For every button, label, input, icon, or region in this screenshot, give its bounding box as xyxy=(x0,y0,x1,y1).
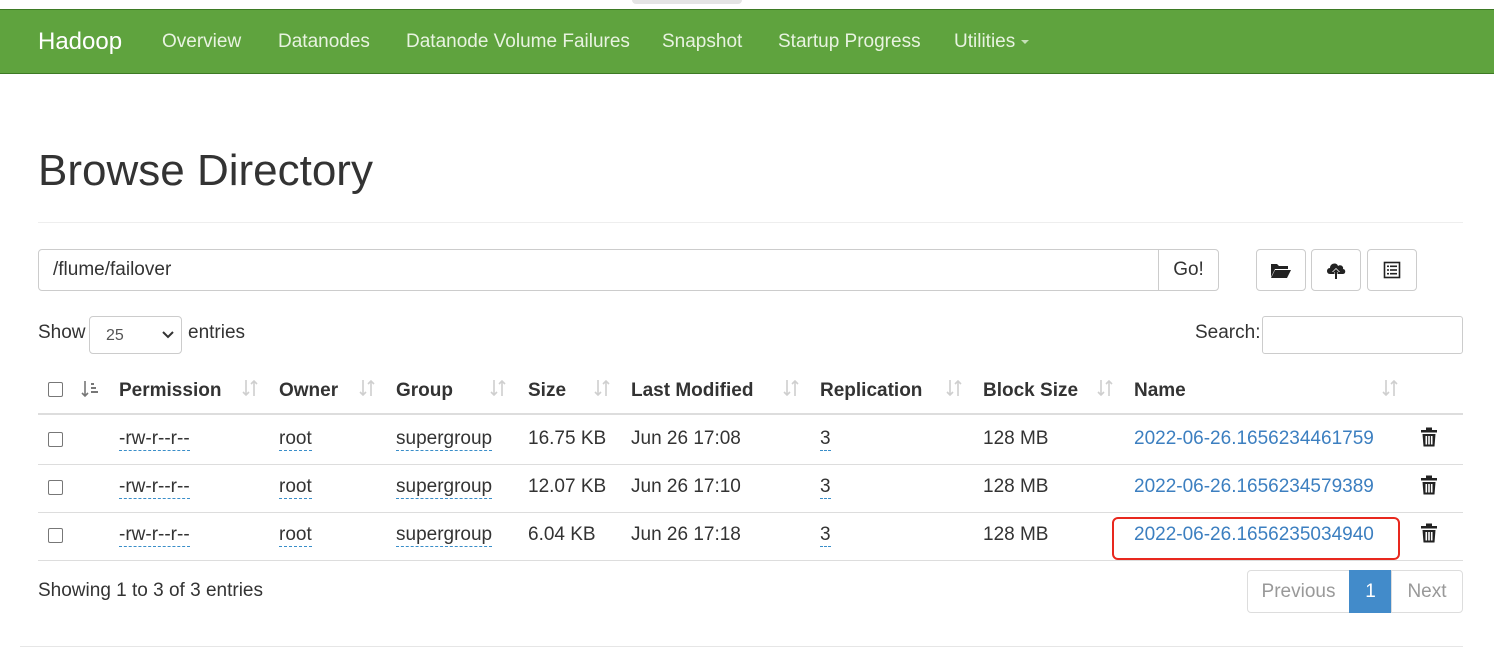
sort-both-icon[interactable] xyxy=(489,378,507,398)
trash-icon[interactable] xyxy=(1420,475,1438,495)
table-row-file-name-link[interactable]: 2022-06-26.1656234461759 xyxy=(1134,428,1374,450)
table-row-replication[interactable]: 3 xyxy=(820,476,831,499)
nav-utilities-label: Utilities xyxy=(954,31,1016,52)
brand-logo[interactable]: Hadoop xyxy=(38,10,122,73)
directory-path-input[interactable] xyxy=(38,249,1159,291)
table-row-size: 16.75 KB xyxy=(528,428,607,449)
nav-snapshot[interactable]: Snapshot xyxy=(662,10,742,73)
table-row-block-size: 128 MB xyxy=(983,476,1049,497)
table-row-replication[interactable]: 3 xyxy=(820,524,831,547)
upload-files-button[interactable] xyxy=(1311,249,1361,291)
nav-datanodes[interactable]: Datanodes xyxy=(278,10,370,73)
table-row-group[interactable]: supergroup xyxy=(396,524,493,547)
table-row-file-name-link[interactable]: 2022-06-26.1656234579389 xyxy=(1134,476,1374,498)
table-row-owner[interactable]: root xyxy=(279,428,312,451)
sort-both-icon[interactable] xyxy=(782,378,800,398)
table-row-owner[interactable]: root xyxy=(279,476,312,499)
select-all-checkbox[interactable] xyxy=(48,382,63,397)
sort-both-icon[interactable] xyxy=(593,378,611,398)
column-header-owner[interactable]: Owner xyxy=(279,380,338,402)
sort-both-icon[interactable] xyxy=(358,378,376,398)
page-title: Browse Directory xyxy=(38,146,373,195)
pagination-next-button[interactable]: Next xyxy=(1391,570,1463,613)
sort-both-icon[interactable] xyxy=(945,378,963,398)
list-icon xyxy=(1383,261,1401,279)
top-navbar: Hadoop Overview Datanodes Datanode Volum… xyxy=(0,9,1494,74)
table-row-permission[interactable]: -rw-r--r-- xyxy=(119,476,190,499)
table-info-text: Showing 1 to 3 of 3 entries xyxy=(38,580,263,601)
search-input[interactable] xyxy=(1262,316,1463,354)
search-label: Search: xyxy=(1195,322,1261,343)
table-row-last-modified: Jun 26 17:18 xyxy=(631,524,741,545)
entries-per-page-select[interactable]: 25 xyxy=(89,316,182,354)
table-header-divider xyxy=(38,413,1463,415)
page-bottom-divider xyxy=(20,646,1463,647)
trash-icon[interactable] xyxy=(1420,523,1438,543)
table-row-size: 12.07 KB xyxy=(528,476,607,497)
pagination-page-1[interactable]: 1 xyxy=(1349,570,1392,613)
table-row-block-size: 128 MB xyxy=(983,524,1049,545)
entries-per-page-value: 25 xyxy=(106,327,124,344)
row-checkbox[interactable] xyxy=(48,528,63,543)
table-row-permission[interactable]: -rw-r--r-- xyxy=(119,524,190,547)
row-divider xyxy=(38,560,1463,561)
sort-both-icon[interactable] xyxy=(1096,378,1114,398)
row-divider xyxy=(38,464,1463,465)
row-checkbox[interactable] xyxy=(48,432,63,447)
table-row-last-modified: Jun 26 17:10 xyxy=(631,476,741,497)
show-label: Show xyxy=(38,322,86,343)
caret-down-icon xyxy=(1021,39,1030,44)
sort-both-icon[interactable] xyxy=(241,378,259,398)
entries-label: entries xyxy=(188,322,246,343)
go-button[interactable]: Go! xyxy=(1158,249,1219,291)
chevron-down-icon xyxy=(162,331,174,339)
table-row-group[interactable]: supergroup xyxy=(396,428,493,451)
table-row-file-name-link[interactable]: 2022-06-26.1656235034940 xyxy=(1134,524,1374,546)
trash-icon[interactable] xyxy=(1420,427,1438,447)
sort-ascending-icon[interactable] xyxy=(80,379,100,399)
column-header-block-size[interactable]: Block Size xyxy=(983,380,1078,402)
column-header-last-modified[interactable]: Last Modified xyxy=(631,380,753,402)
column-header-size[interactable]: Size xyxy=(528,380,566,402)
column-header-permission[interactable]: Permission xyxy=(119,380,221,402)
table-row-group[interactable]: supergroup xyxy=(396,476,493,499)
column-header-group[interactable]: Group xyxy=(396,380,453,402)
table-row-size: 6.04 KB xyxy=(528,524,596,545)
nav-utilities-dropdown[interactable]: Utilities xyxy=(954,10,1030,73)
row-checkbox[interactable] xyxy=(48,480,63,495)
table-row-replication[interactable]: 3 xyxy=(820,428,831,451)
table-row-owner[interactable]: root xyxy=(279,524,312,547)
nav-startup-progress[interactable]: Startup Progress xyxy=(778,10,921,73)
title-divider xyxy=(38,222,1463,223)
create-directory-button[interactable] xyxy=(1256,249,1306,291)
nav-datanode-volume-failures[interactable]: Datanode Volume Failures xyxy=(406,10,630,73)
pagination-previous-button[interactable]: Previous xyxy=(1247,570,1350,613)
nav-overview[interactable]: Overview xyxy=(162,10,241,73)
cloud-upload-icon xyxy=(1327,263,1346,279)
browser-tab-edge xyxy=(632,0,742,4)
column-header-name[interactable]: Name xyxy=(1134,380,1186,402)
column-header-replication[interactable]: Replication xyxy=(820,380,922,402)
folder-open-icon xyxy=(1271,264,1291,278)
table-row-block-size: 128 MB xyxy=(983,428,1049,449)
sort-both-icon[interactable] xyxy=(1381,378,1399,398)
row-divider xyxy=(38,512,1463,513)
table-row-last-modified: Jun 26 17:08 xyxy=(631,428,741,449)
table-row-permission[interactable]: -rw-r--r-- xyxy=(119,428,190,451)
explorer-list-button[interactable] xyxy=(1367,249,1417,291)
